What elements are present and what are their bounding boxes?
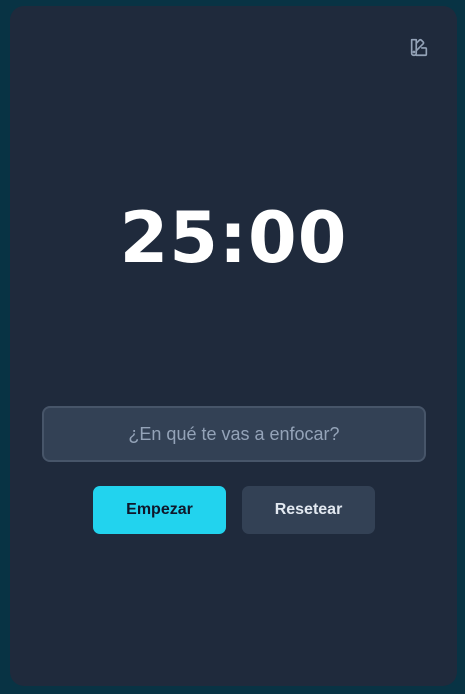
pomodoro-card: 25:00 Empezar Resetear xyxy=(10,6,457,686)
timer-display: 25:00 xyxy=(119,197,348,279)
palette-swatch-icon xyxy=(410,38,428,57)
reset-button[interactable]: Resetear xyxy=(242,486,375,534)
focus-task-input[interactable] xyxy=(42,406,426,462)
theme-toggle-button[interactable] xyxy=(406,34,432,60)
start-button[interactable]: Empezar xyxy=(93,486,226,534)
